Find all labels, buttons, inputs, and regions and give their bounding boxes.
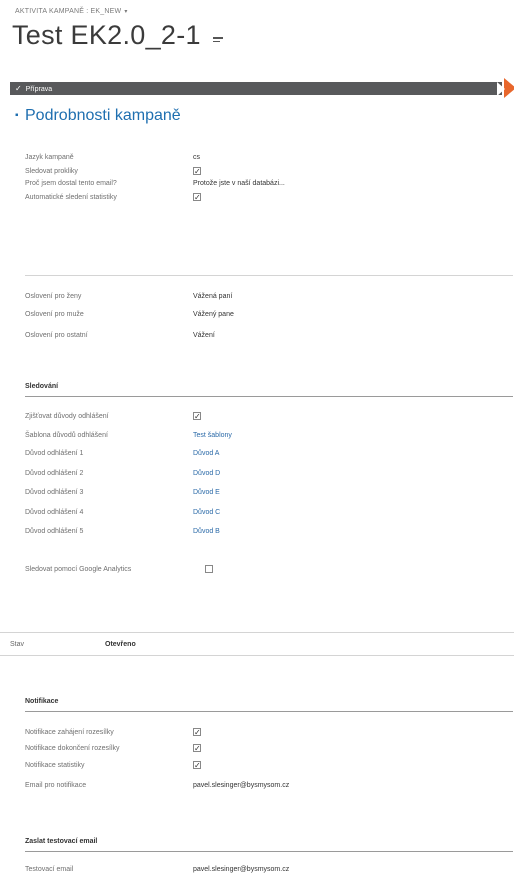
field-value[interactable]: Vážený pane: [193, 311, 234, 318]
subsection-test-email-heading: Zaslat testovací email: [25, 838, 98, 845]
subsection-tracking-heading: Sledování: [25, 383, 59, 390]
section-header-campaign-details[interactable]: ▪ Podrobnosti kampaně: [15, 107, 181, 125]
field-label: Jazyk kampaně: [25, 154, 74, 161]
field-value: [193, 167, 201, 178]
field-notify-stats: Notifikace statistiky: [25, 761, 201, 769]
divider: [25, 711, 513, 712]
lookup-link[interactable]: Důvod A: [193, 450, 219, 457]
checkbox-track-clicks[interactable]: [193, 167, 201, 175]
checkbox-notify-finish[interactable]: [193, 744, 201, 752]
field-label: Oslovení pro ostatní: [25, 332, 88, 339]
divider: [25, 275, 513, 276]
field-value: [205, 565, 213, 576]
section-title: Podrobnosti kampaně: [25, 107, 181, 124]
next-stage-arrow-icon[interactable]: [504, 78, 514, 98]
field-value[interactable]: Vážená paní: [193, 293, 232, 300]
field-label: Oslovení pro ženy: [25, 293, 82, 300]
field-reason-template: Šablona důvodů odhlášení Test šablony: [25, 432, 232, 439]
checkbox-auto-stats[interactable]: [193, 193, 201, 201]
field-label: Email pro notifikace: [25, 782, 87, 789]
field-value[interactable]: Vážení: [193, 332, 215, 339]
status-label: Stav: [10, 641, 25, 648]
entity-label: AKTIVITA KAMPANĚ : EK_NEW: [15, 8, 122, 15]
process-bar: ✓ Příprava: [10, 78, 514, 98]
field-label: Notifikace dokončení rozesílky: [25, 745, 120, 752]
field-reason-2: Důvod odhlášení 2 Důvod D: [25, 470, 220, 477]
field-notify-email: Email pro notifikace pavel.slesinger@bys…: [25, 782, 289, 789]
lookup-link[interactable]: Důvod B: [193, 528, 220, 535]
subsection-notifications-heading: Notifikace: [25, 698, 59, 705]
field-campaign-language: Jazyk kampaně cs: [25, 154, 200, 161]
field-reason-5: Důvod odhlášení 5 Důvod B: [25, 528, 220, 535]
field-value: [193, 728, 201, 739]
field-label: Důvod odhlášení 4: [25, 509, 84, 516]
field-label: Důvod odhlášení 5: [25, 528, 84, 535]
page-title: Test EK2.0_2-1: [12, 20, 223, 51]
divider: [0, 655, 514, 656]
field-label: Sledovat prokliky: [25, 168, 78, 175]
field-notify-start: Notifikace zahájení rozesílky: [25, 728, 201, 736]
field-reason-3: Důvod odhlášení 3 Důvod E: [25, 489, 220, 496]
checkbox-google-analytics[interactable]: [205, 565, 213, 573]
field-track-clicks: Sledovat prokliky: [25, 167, 201, 175]
field-reason-1: Důvod odhlášení 1 Důvod A: [25, 450, 219, 457]
field-value: [193, 744, 201, 755]
chevron-down-icon[interactable]: ▾: [124, 9, 127, 15]
field-value[interactable]: cs: [193, 154, 200, 161]
field-value: [193, 761, 201, 772]
field-salutation-women: Oslovení pro ženy Vážená paní: [25, 293, 232, 300]
process-stage-active[interactable]: ✓ Příprava: [15, 84, 52, 93]
check-icon: ✓: [15, 84, 22, 93]
status-value: Otevřeno: [105, 641, 136, 648]
field-label: Důvod odhlášení 1: [25, 450, 84, 457]
entity-breadcrumb[interactable]: AKTIVITA KAMPANĚ : EK_NEW ▾: [15, 8, 128, 15]
field-why-email: Proč jsem dostal tento email? Protože js…: [25, 180, 285, 187]
field-label: Zjišťovat důvody odhlášení: [25, 413, 109, 420]
arrow-inner-icon: [497, 82, 505, 96]
lookup-link[interactable]: Důvod C: [193, 509, 220, 516]
checkbox-notify-stats[interactable]: [193, 761, 201, 769]
field-label: Proč jsem dostal tento email?: [25, 180, 117, 187]
field-label: Důvod odhlášení 2: [25, 470, 84, 477]
field-label: Automatické sledení statistiky: [25, 194, 117, 201]
field-value: [193, 412, 201, 423]
field-value[interactable]: pavel.slesinger@bysmysom.cz: [193, 782, 289, 789]
field-value[interactable]: Protože jste v naší databázi...: [193, 180, 285, 187]
divider: [0, 632, 514, 633]
field-reason-4: Důvod odhlášení 4 Důvod C: [25, 509, 220, 516]
field-test-email: Testovací email pavel.slesinger@bysmysom…: [25, 866, 289, 873]
lookup-link[interactable]: Test šablony: [193, 432, 232, 439]
checkbox-unsubscribe-reasons[interactable]: [193, 412, 201, 420]
field-label: Testovací email: [25, 866, 74, 873]
process-stage-label: Příprava: [25, 86, 53, 93]
divider: [25, 851, 513, 852]
checkbox-notify-start[interactable]: [193, 728, 201, 736]
field-label: Oslovení pro muže: [25, 311, 84, 318]
field-unsubscribe-reasons: Zjišťovat důvody odhlášení: [25, 412, 201, 420]
divider: [25, 396, 513, 397]
field-notify-finish: Notifikace dokončení rozesílky: [25, 744, 201, 752]
field-label: Sledovat pomocí Google Analytics: [25, 566, 132, 573]
menu-icon[interactable]: [212, 35, 223, 44]
lookup-link[interactable]: Důvod D: [193, 470, 220, 477]
collapse-bullet-icon[interactable]: ▪: [15, 110, 19, 121]
field-label: Šablona důvodů odhlášení: [25, 432, 108, 439]
lookup-link[interactable]: Důvod E: [193, 489, 220, 496]
field-salutation-other: Oslovení pro ostatní Vážení: [25, 332, 215, 339]
field-value: [193, 193, 201, 204]
field-label: Důvod odhlášení 3: [25, 489, 84, 496]
field-label: Notifikace statistiky: [25, 762, 85, 769]
field-google-analytics: Sledovat pomocí Google Analytics: [25, 565, 213, 573]
record-title-text: Test EK2.0_2-1: [12, 20, 201, 50]
field-label: Notifikace zahájení rozesílky: [25, 729, 114, 736]
status-field: Stav Otevřeno: [10, 641, 136, 648]
field-auto-stats: Automatické sledení statistiky: [25, 193, 201, 201]
field-value[interactable]: pavel.slesinger@bysmysom.cz: [193, 866, 289, 873]
field-salutation-men: Oslovení pro muže Vážený pane: [25, 311, 234, 318]
